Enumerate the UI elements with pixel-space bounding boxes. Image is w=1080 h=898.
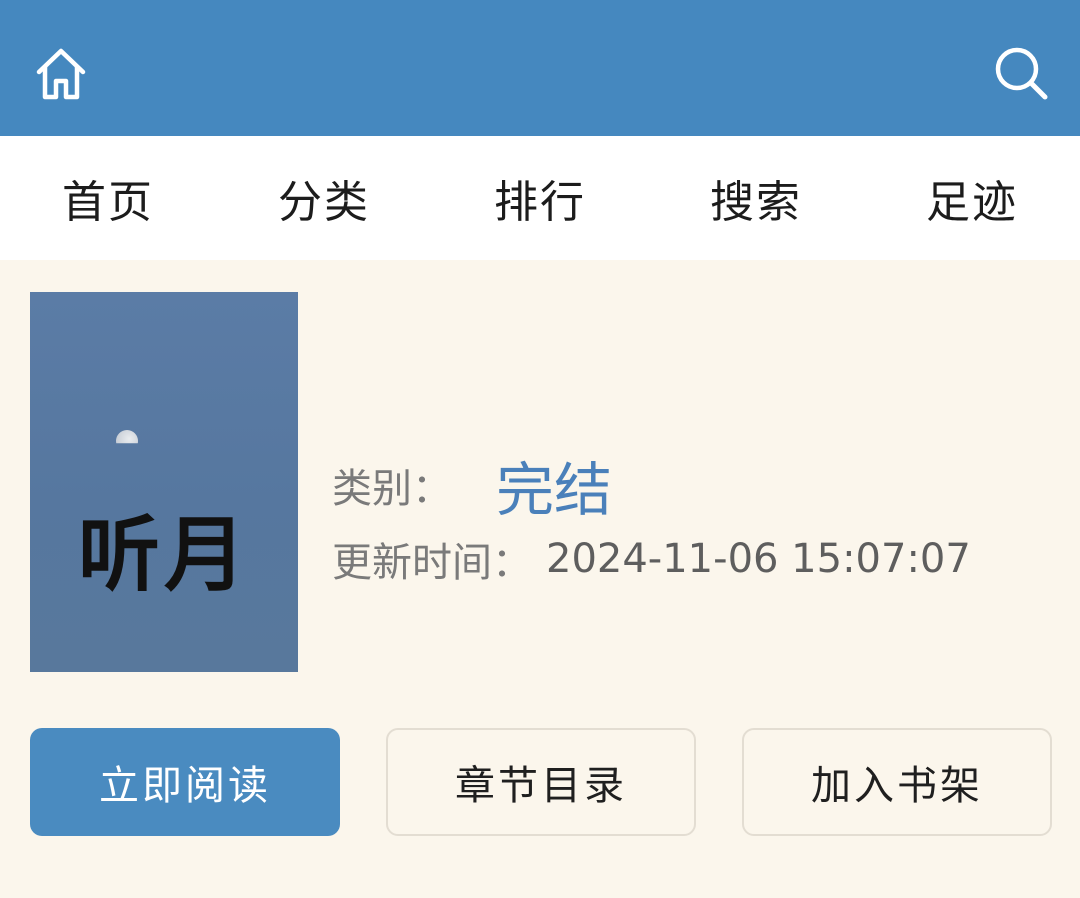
category-label: 类别： [332, 466, 452, 512]
updated-label: 更新时间： [332, 540, 532, 586]
home-button[interactable] [28, 40, 94, 106]
home-icon [36, 48, 86, 100]
book-cover[interactable]: 听月 [30, 292, 298, 672]
updated-value: 2024-11-06 15:07:07 [546, 536, 971, 582]
book-detail: 听月 类别： 完结 更新时间： 2024-11-06 15:07:07 立即阅读… [0, 260, 1080, 898]
nav-item-category[interactable]: 分类 [216, 166, 432, 230]
moon-graphic [116, 430, 138, 444]
chapter-list-button[interactable]: 章节目录 [386, 728, 696, 836]
top-header [0, 0, 1080, 136]
nav-item-ranking[interactable]: 排行 [432, 166, 648, 230]
category-row: 类别： 完结 [332, 450, 1052, 524]
read-now-button[interactable]: 立即阅读 [30, 728, 340, 836]
search-button[interactable] [990, 42, 1052, 104]
cover-title: 听月 [77, 508, 250, 603]
updated-row: 更新时间： 2024-11-06 15:07:07 [332, 524, 1052, 594]
category-value: 完结 [496, 456, 613, 524]
book-info: 类别： 完结 更新时间： 2024-11-06 15:07:07 [332, 450, 1052, 594]
nav-item-home[interactable]: 首页 [0, 166, 216, 230]
search-icon [995, 47, 1048, 100]
main-nav: 首页 分类 排行 搜索 足迹 [0, 136, 1080, 260]
nav-item-history[interactable]: 足迹 [864, 166, 1080, 230]
add-to-shelf-button[interactable]: 加入书架 [742, 728, 1052, 836]
nav-item-search[interactable]: 搜索 [648, 166, 864, 230]
